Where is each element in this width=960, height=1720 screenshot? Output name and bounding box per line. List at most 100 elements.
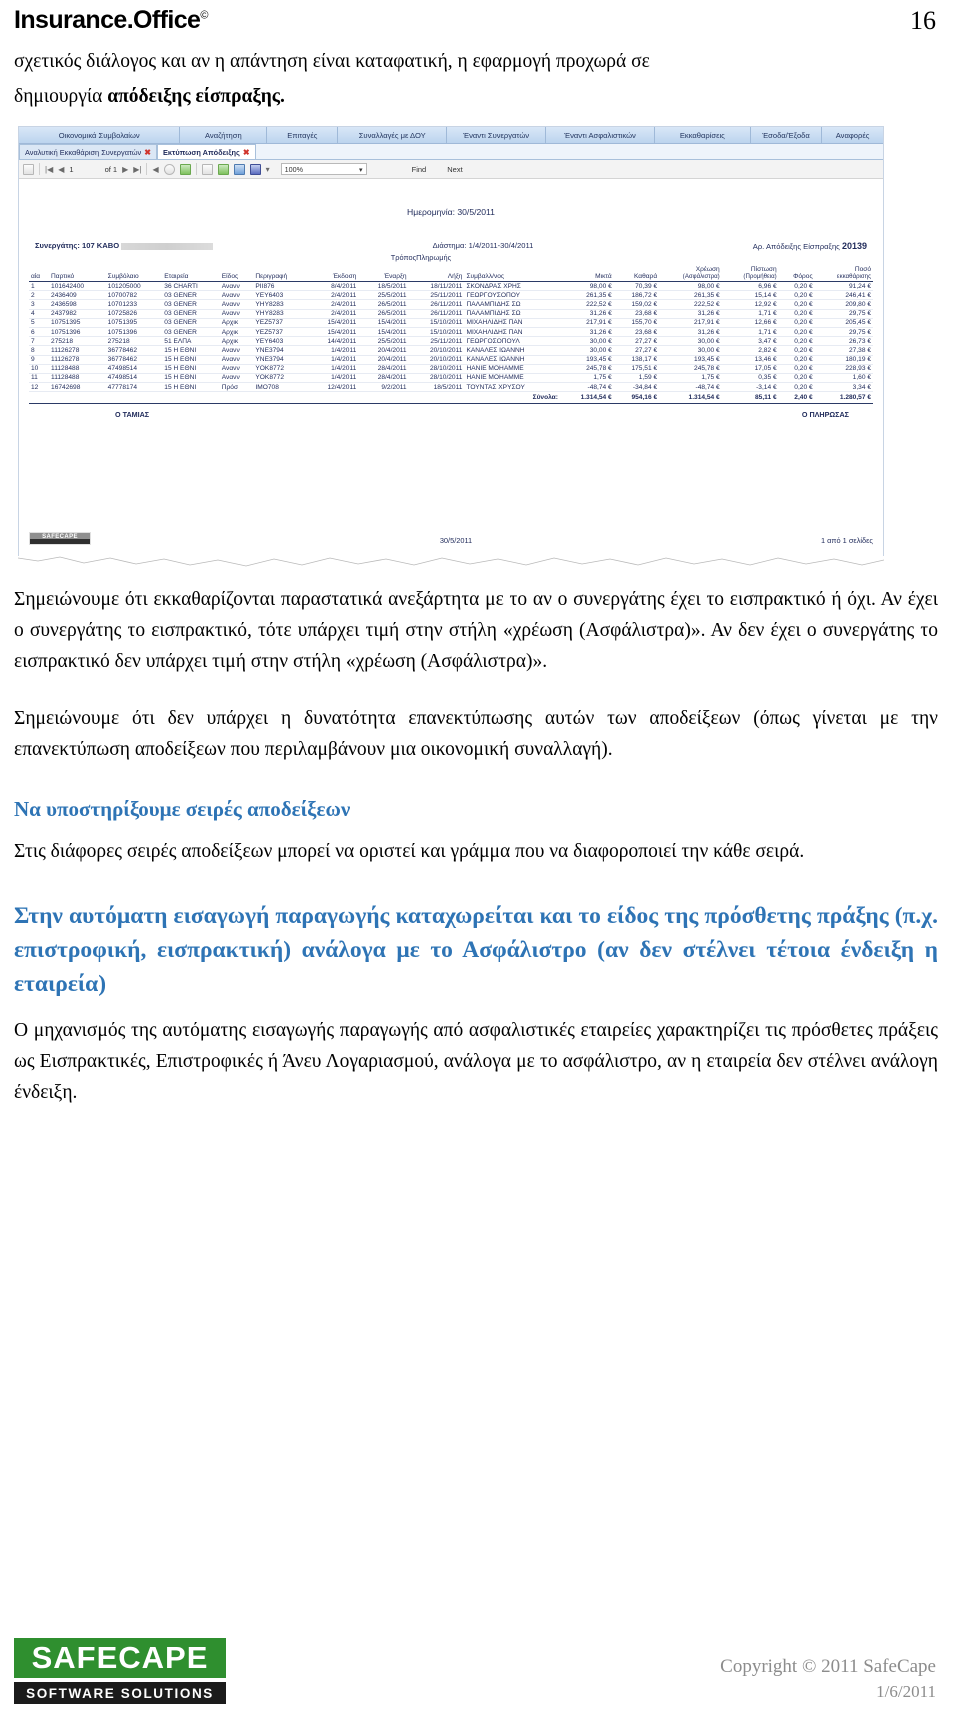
cell-lixi: 20/10/2011	[408, 355, 465, 365]
cell-kathara: 27,27 €	[613, 345, 660, 356]
refresh-icon[interactable]	[179, 163, 191, 175]
cell-etairia: 15 Η ΕΘΝΙ	[162, 345, 220, 356]
cell-kathara: 1,59 €	[613, 373, 660, 384]
previous-page-icon[interactable]: ◀	[58, 165, 64, 174]
cell-mikta: 30,00 €	[559, 345, 614, 356]
report-footer: SAFECAPE 30/5/2011 1 από 1 σελίδες	[29, 532, 873, 545]
cell-enarxi: 25/5/2011	[358, 336, 409, 347]
menu-item-esoda-exoda[interactable]: Έσοδα/Έξοδα	[751, 127, 823, 143]
document-map-icon[interactable]	[23, 163, 34, 175]
col-poso-label: Ποσό	[854, 266, 871, 273]
cell-lixi: 26/11/2011	[408, 299, 465, 310]
print-icon[interactable]	[201, 163, 213, 175]
table-row[interactable]: 12 16742698 47778174 15 Η ΕΘΝΙ Πρόσ IMO708 12/…	[29, 382, 873, 393]
next-button[interactable]: Next	[447, 165, 462, 174]
cell-ekdosi: 1/4/2011	[308, 345, 359, 356]
page-setup-icon[interactable]	[233, 163, 245, 175]
print-layout-icon[interactable]	[217, 163, 229, 175]
toolbar-separator	[195, 163, 197, 175]
menu-item-ekkatharisis[interactable]: Εκκαθαρίσεις	[655, 127, 751, 143]
tab-analytiki-ekkatharisi[interactable]: Αναλυτική Εκκαθάριση Συνεργατών ✖	[19, 144, 157, 159]
cell-xreosi: 98,00 €	[659, 281, 722, 292]
table-row[interactable]: 10 11128488 47498514 15 Η ΕΘΝΙ Ανανν YOK8772 1…	[29, 364, 873, 374]
cell-xreosi: 193,45 €	[659, 355, 722, 365]
cell-mikta: 1,75 €	[559, 373, 614, 384]
cell-symvolaio: 101205000	[105, 281, 163, 292]
logo-band-top: SAFECAPE	[14, 1638, 226, 1678]
cell-poso: 1,60 €	[814, 373, 873, 384]
first-page-icon[interactable]: |◀	[45, 165, 53, 174]
tab-analytiki-label: Αναλυτική Εκκαθάριση Συνεργατών	[25, 147, 142, 157]
table-header-row: αία Παρτικό Συμβόλαιο Εταιρεία Είδος Περ…	[29, 265, 873, 282]
find-button[interactable]: Find	[412, 165, 427, 174]
cell-etairia: 03 GENER	[162, 309, 220, 319]
cell-etairia: 15 Η ΕΘΝΙ	[162, 364, 220, 374]
report-period-label: Διάστημα:	[432, 241, 467, 250]
table-row[interactable]: 9 11126278 36778462 15 Η ΕΘΝΙ Ανανν YNE3794 1/…	[29, 355, 873, 365]
table-row[interactable]: 6 10751396 10751396 03 GENER Αρχικ YEZ5737 15/…	[29, 327, 873, 338]
table-row[interactable]: 3 2436598 10701233 03 GENER Ανανν YHY8283 2/4/…	[29, 299, 873, 310]
app-window: Οικονομικά Συμβολαίων Αναζήτηση Επιταγές…	[18, 126, 884, 574]
cell-no: 3	[29, 299, 50, 310]
app-menu-bar: Οικονομικά Συμβολαίων Αναζήτηση Επιταγές…	[19, 127, 883, 144]
redaction-bar	[121, 242, 214, 250]
cell-symvallomenos: ΜΙΧΑΗΛΙΔΗΣ ΠΑΝ	[464, 318, 560, 328]
close-icon[interactable]: ✖	[243, 148, 250, 157]
close-icon[interactable]: ✖	[144, 148, 151, 157]
export-dropdown-icon[interactable]: ▾	[266, 165, 270, 174]
table-row[interactable]: 8 11126278 36778462 15 Η ΕΘΝΙ Ανανν YNE3794 1/…	[29, 345, 873, 356]
cell-foros: 0,20 €	[778, 327, 815, 338]
menu-item-enanti-asfalistikon[interactable]: Έναντι Ασφαλιστικών	[546, 127, 655, 143]
table-row[interactable]: 4 2437982 10725826 03 GENER Ανανν YHY8283 2/4/…	[29, 309, 873, 319]
table-row[interactable]: 2 2436409 10700782 03 GENER Ανανν YEY6403 2/4/…	[29, 290, 873, 301]
report-period-value: 1/4/2011-30/4/2011	[468, 241, 534, 250]
cell-symvolaio: 10701233	[105, 299, 163, 310]
cell-perigrafi: YHY8283	[253, 299, 309, 310]
export-save-icon[interactable]	[249, 163, 261, 175]
cell-partiko: 275218	[49, 336, 106, 347]
table-row[interactable]: 5 10751395 10751395 03 GENER Αρχικ YEZ5737 15/…	[29, 318, 873, 328]
table-row[interactable]: 1 101642400 101205000 36 CHARTI Ανανν PII876 8…	[29, 281, 873, 292]
cell-symvolaio: 47498514	[105, 364, 163, 374]
cell-etairia: 03 GENER	[162, 299, 220, 310]
menu-item-synallages-doy[interactable]: Συναλλαγές με ΔΟΥ	[338, 127, 447, 143]
cell-kathara: 23,68 €	[613, 309, 660, 319]
menu-item-oikonomika[interactable]: Οικονομικά Συμβολαίων	[19, 127, 181, 143]
cell-kathara: 186,72 €	[613, 290, 660, 301]
tab-ektyposi-apodeixis[interactable]: Εκτύπωση Απόδειξης ✖	[156, 144, 256, 159]
menu-item-anafores[interactable]: Αναφορές	[822, 127, 883, 143]
cell-symvolaio: 36778462	[105, 345, 163, 356]
body-paragraph-1: Σημειώνουμε ότι εκκαθαρίζονται παραστατι…	[14, 589, 938, 672]
table-row[interactable]: 7 275218 275218 51 ΕΛΠΑ Αρχικ YEY6403 14/4/201…	[29, 336, 873, 347]
cell-lixi: 18/5/2011	[408, 382, 465, 393]
report-page: Ημερομηνία: 30/5/2011 Συνεργάτης: 107 ΚΑ…	[19, 179, 883, 551]
cell-poso: 29,75 €	[814, 327, 873, 338]
last-page-icon[interactable]: ▶|	[133, 165, 141, 174]
current-page-value[interactable]: 1	[69, 165, 73, 174]
cell-symvallomenos: ΠΑΛΑΜΠΙΔΗΣ ΣΩ	[464, 309, 560, 319]
report-partner-label: Συνεργάτης:	[35, 241, 80, 250]
col-mikta: Μικτά	[559, 265, 614, 282]
back-icon[interactable]: ◀	[152, 165, 158, 174]
report-receipt-label: Αρ. Απόδειξης Είσπραξης	[752, 242, 840, 251]
next-page-icon[interactable]: ▶	[122, 165, 128, 174]
cell-symvallomenos: ΤΟΥΝΤΑΣ ΧΡΥΣΟΥ	[464, 382, 560, 393]
report-meta: Συνεργάτης: 107 ΚΑΒΟ Διάστημα: 1/4/2011-…	[29, 241, 873, 251]
cell-partiko: 11128488	[49, 364, 106, 374]
stop-icon[interactable]	[163, 163, 175, 175]
col-partiko: Παρτικό	[49, 265, 106, 282]
menu-item-epitages[interactable]: Επιταγές	[267, 127, 339, 143]
cell-poso: 205,45 €	[814, 318, 873, 328]
cell-ekdosi: 1/4/2011	[308, 364, 359, 374]
cell-kathara: 138,17 €	[613, 355, 660, 365]
menu-item-anazitisi[interactable]: Αναζήτηση	[180, 127, 268, 143]
cell-kathara: 175,51 €	[613, 364, 660, 374]
menu-item-enanti-synergaton[interactable]: Έναντι Συνεργατών	[447, 127, 547, 143]
table-row[interactable]: 11 11128488 47498514 15 Η ΕΘΝΙ Ανανν YOK8772 1…	[29, 373, 873, 384]
cell-no: 4	[29, 309, 50, 319]
cell-xreosi: 261,35 €	[659, 290, 722, 301]
cell-partiko: 10751396	[49, 327, 106, 338]
totals-mikta: 1.314,54 €	[559, 391, 614, 405]
zoom-select[interactable]: 100% ▾	[280, 163, 367, 175]
cell-xreosi: 30,00 €	[659, 345, 722, 356]
